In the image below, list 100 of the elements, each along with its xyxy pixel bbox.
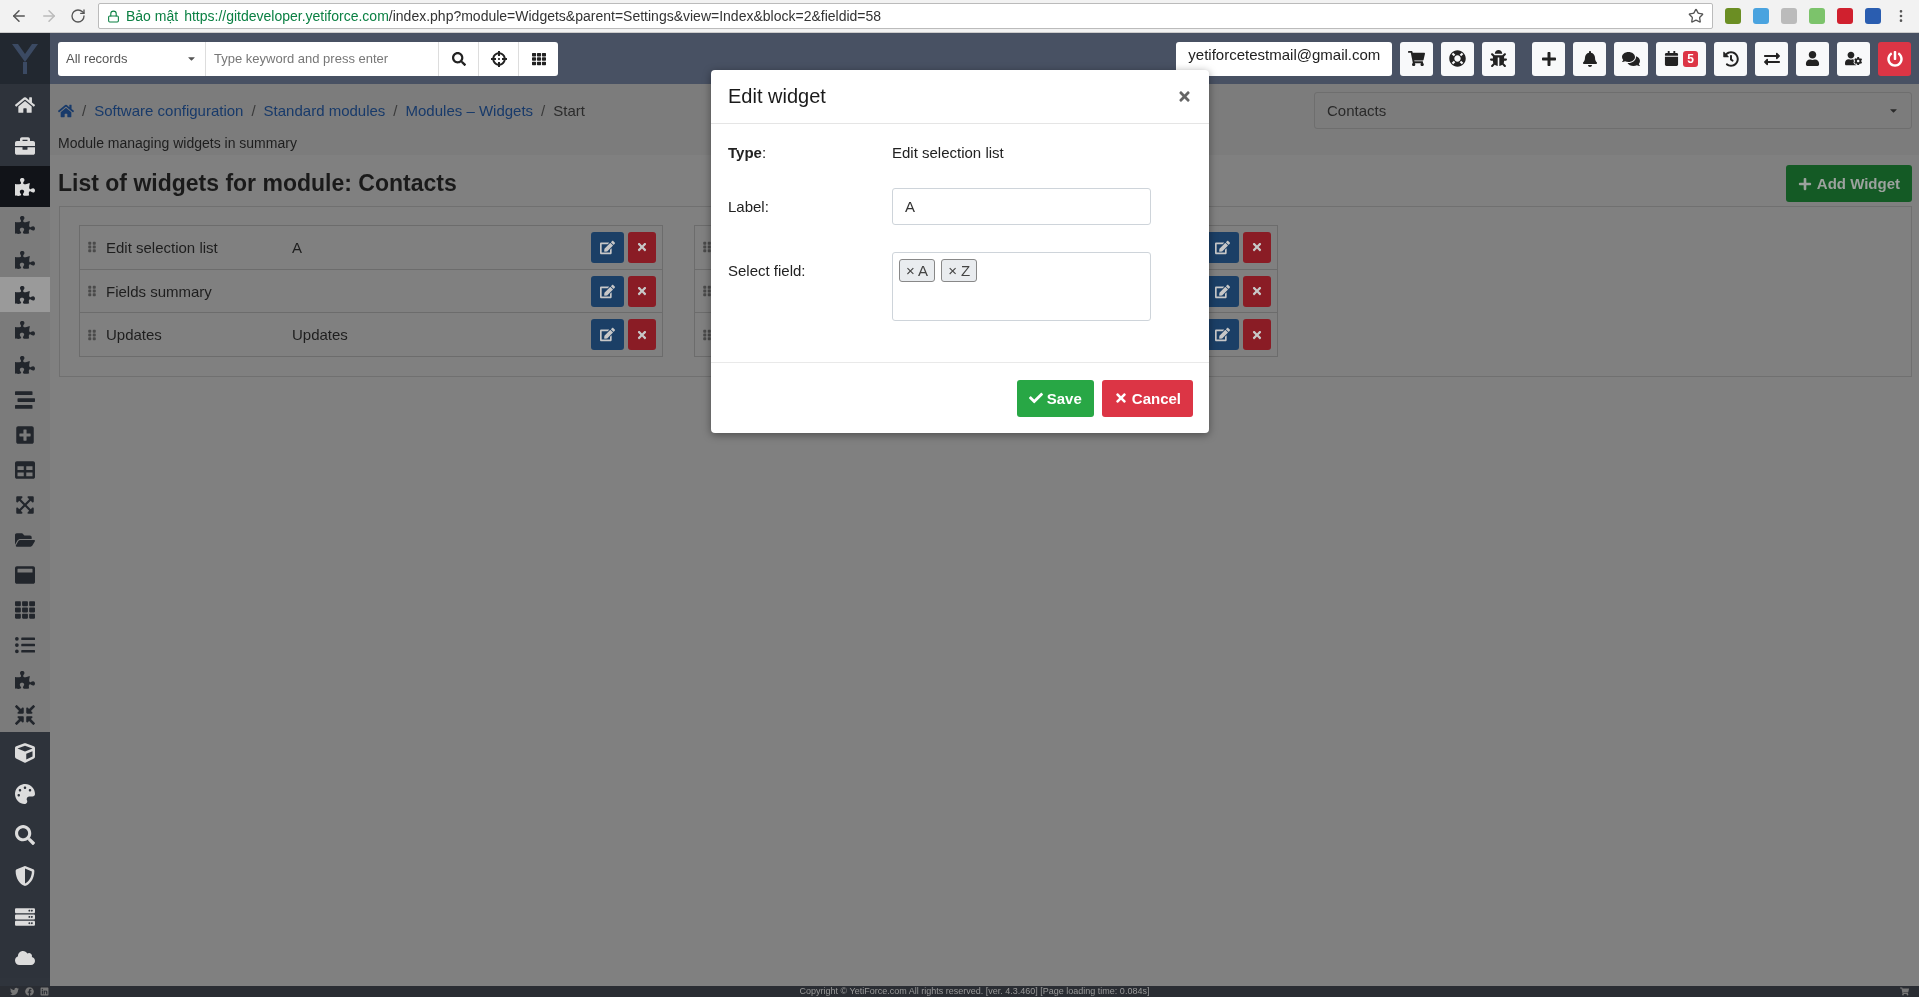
bug-button[interactable]	[1482, 41, 1516, 76]
delete-button[interactable]	[628, 231, 656, 263]
close-icon	[1251, 285, 1263, 297]
history-icon	[1722, 50, 1739, 67]
field-label: Type:	[728, 144, 768, 161]
records-select[interactable]: All records	[58, 41, 206, 76]
grid-icon	[15, 599, 35, 620]
breadcrumb-separator: /	[251, 102, 256, 119]
notifications-button[interactable]	[1573, 41, 1607, 76]
drag-handle-icon[interactable]	[701, 328, 713, 341]
crosshair-icon	[490, 50, 507, 67]
search-button[interactable]	[438, 41, 478, 76]
address-bar[interactable]: Bảo mật https://gitdeveloper.yetiforce.com/index.php?module=Widgets&parent=Settings&view=Index&block=2&fieldid=58	[98, 3, 1713, 29]
shield-icon	[15, 865, 35, 886]
logout-button[interactable]	[1878, 41, 1911, 76]
chat-button[interactable]	[1614, 41, 1649, 76]
star-icon[interactable]	[1688, 8, 1704, 24]
delete-button[interactable]	[1243, 275, 1271, 307]
delete-button[interactable]	[628, 319, 656, 351]
drag-handle-icon[interactable]	[86, 285, 98, 297]
widget-type: Updates	[106, 326, 163, 344]
drag-handle-icon[interactable]	[86, 328, 98, 341]
history-button[interactable]	[1714, 41, 1747, 76]
window-icon	[15, 564, 35, 585]
field-label: Select field:	[728, 261, 807, 279]
label-field[interactable]: A	[892, 188, 1151, 225]
dialog-title: Edit widget	[728, 85, 826, 108]
breadcrumb-separator: /	[82, 102, 87, 119]
selected-tag[interactable]: × A	[899, 259, 936, 282]
edit-icon	[600, 283, 615, 299]
puzzle-icon	[15, 669, 35, 690]
add-button[interactable]	[1532, 41, 1566, 76]
add-widget-button[interactable]: Add Widget	[1785, 165, 1912, 202]
puzzle-icon	[15, 284, 35, 305]
breadcrumb-link[interactable]: Start	[553, 102, 585, 119]
cart-icon	[1408, 50, 1426, 67]
calendar-button[interactable]: 5	[1656, 41, 1706, 76]
edit-button[interactable]	[591, 231, 624, 263]
close-icon	[1251, 328, 1263, 341]
sidebar-item[interactable]	[0, 277, 50, 312]
url-text: https://gitdeveloper.yetiforce.com/index.php?module=Widgets&parent=Settings&view=Index&block=2&fieldid=58	[184, 8, 882, 24]
sidebar-item[interactable]	[0, 166, 50, 207]
drag-handle-icon[interactable]	[701, 241, 713, 254]
reload-icon[interactable]	[70, 8, 86, 24]
calendar-icon	[1664, 51, 1680, 66]
delete-button[interactable]	[628, 275, 656, 307]
close-button[interactable]	[1177, 89, 1192, 104]
search-field[interactable]: Type keyword and press enter	[206, 41, 438, 76]
plus-icon	[1797, 176, 1812, 191]
user-settings-button[interactable]	[1837, 41, 1870, 76]
switch-button[interactable]	[1755, 41, 1788, 76]
module-select[interactable]: Contacts	[1314, 92, 1912, 129]
help-button[interactable]	[1441, 41, 1475, 76]
compress-icon	[15, 704, 35, 725]
cart-icon[interactable]	[1900, 987, 1909, 996]
twitter-icon[interactable]	[10, 987, 19, 996]
widget-type: Edit selection list	[106, 238, 219, 256]
back-icon[interactable]	[10, 7, 28, 25]
list-icon	[15, 389, 35, 410]
edit-button[interactable]	[591, 275, 624, 307]
breadcrumb-link[interactable]: Software configuration	[94, 102, 244, 119]
plus-icon	[1540, 50, 1557, 67]
field-value: Edit selection list	[892, 144, 1005, 161]
grid-icon	[531, 51, 546, 66]
breadcrumb-link[interactable]: Standard modules	[263, 102, 386, 119]
select-field[interactable]: × A × Z	[892, 252, 1151, 321]
edit-button[interactable]	[591, 319, 624, 351]
list-icon	[15, 634, 35, 655]
cart-button[interactable]	[1400, 41, 1434, 76]
breadcrumb-separator: /	[393, 102, 398, 119]
cancel-button[interactable]: Cancel	[1101, 379, 1193, 417]
table-icon	[15, 459, 35, 480]
delete-button[interactable]	[1243, 319, 1271, 351]
exchange-icon	[1763, 50, 1780, 67]
close-icon	[636, 328, 648, 341]
close-icon	[1251, 241, 1263, 254]
drag-handle-icon[interactable]	[86, 241, 98, 254]
search-icon	[15, 824, 35, 845]
breadcrumb-link[interactable]: Modules – Widgets	[405, 102, 534, 119]
user-button[interactable]	[1796, 41, 1829, 76]
delete-button[interactable]	[1243, 231, 1271, 263]
linkedin-icon[interactable]	[40, 987, 49, 996]
selected-tag[interactable]: × Z	[941, 259, 978, 282]
puzzle-icon	[15, 214, 35, 235]
lock-icon	[107, 9, 120, 23]
palette-icon	[15, 783, 35, 804]
edit-icon	[600, 327, 615, 343]
widget-label: A	[292, 238, 303, 256]
save-button[interactable]: Save	[1016, 379, 1094, 417]
home-icon[interactable]	[58, 102, 74, 119]
close-icon	[636, 285, 648, 297]
puzzle-icon	[15, 319, 35, 340]
home-icon	[15, 94, 35, 115]
drag-handle-icon[interactable]	[701, 285, 713, 297]
close-icon	[1113, 391, 1128, 405]
crosshair-button[interactable]	[478, 41, 518, 76]
grid-button[interactable]	[518, 41, 558, 76]
facebook-icon[interactable]	[25, 987, 34, 996]
user-gear-icon	[1845, 50, 1862, 67]
email-field[interactable]: yetiforcetestmail@gmail.com	[1176, 41, 1393, 76]
